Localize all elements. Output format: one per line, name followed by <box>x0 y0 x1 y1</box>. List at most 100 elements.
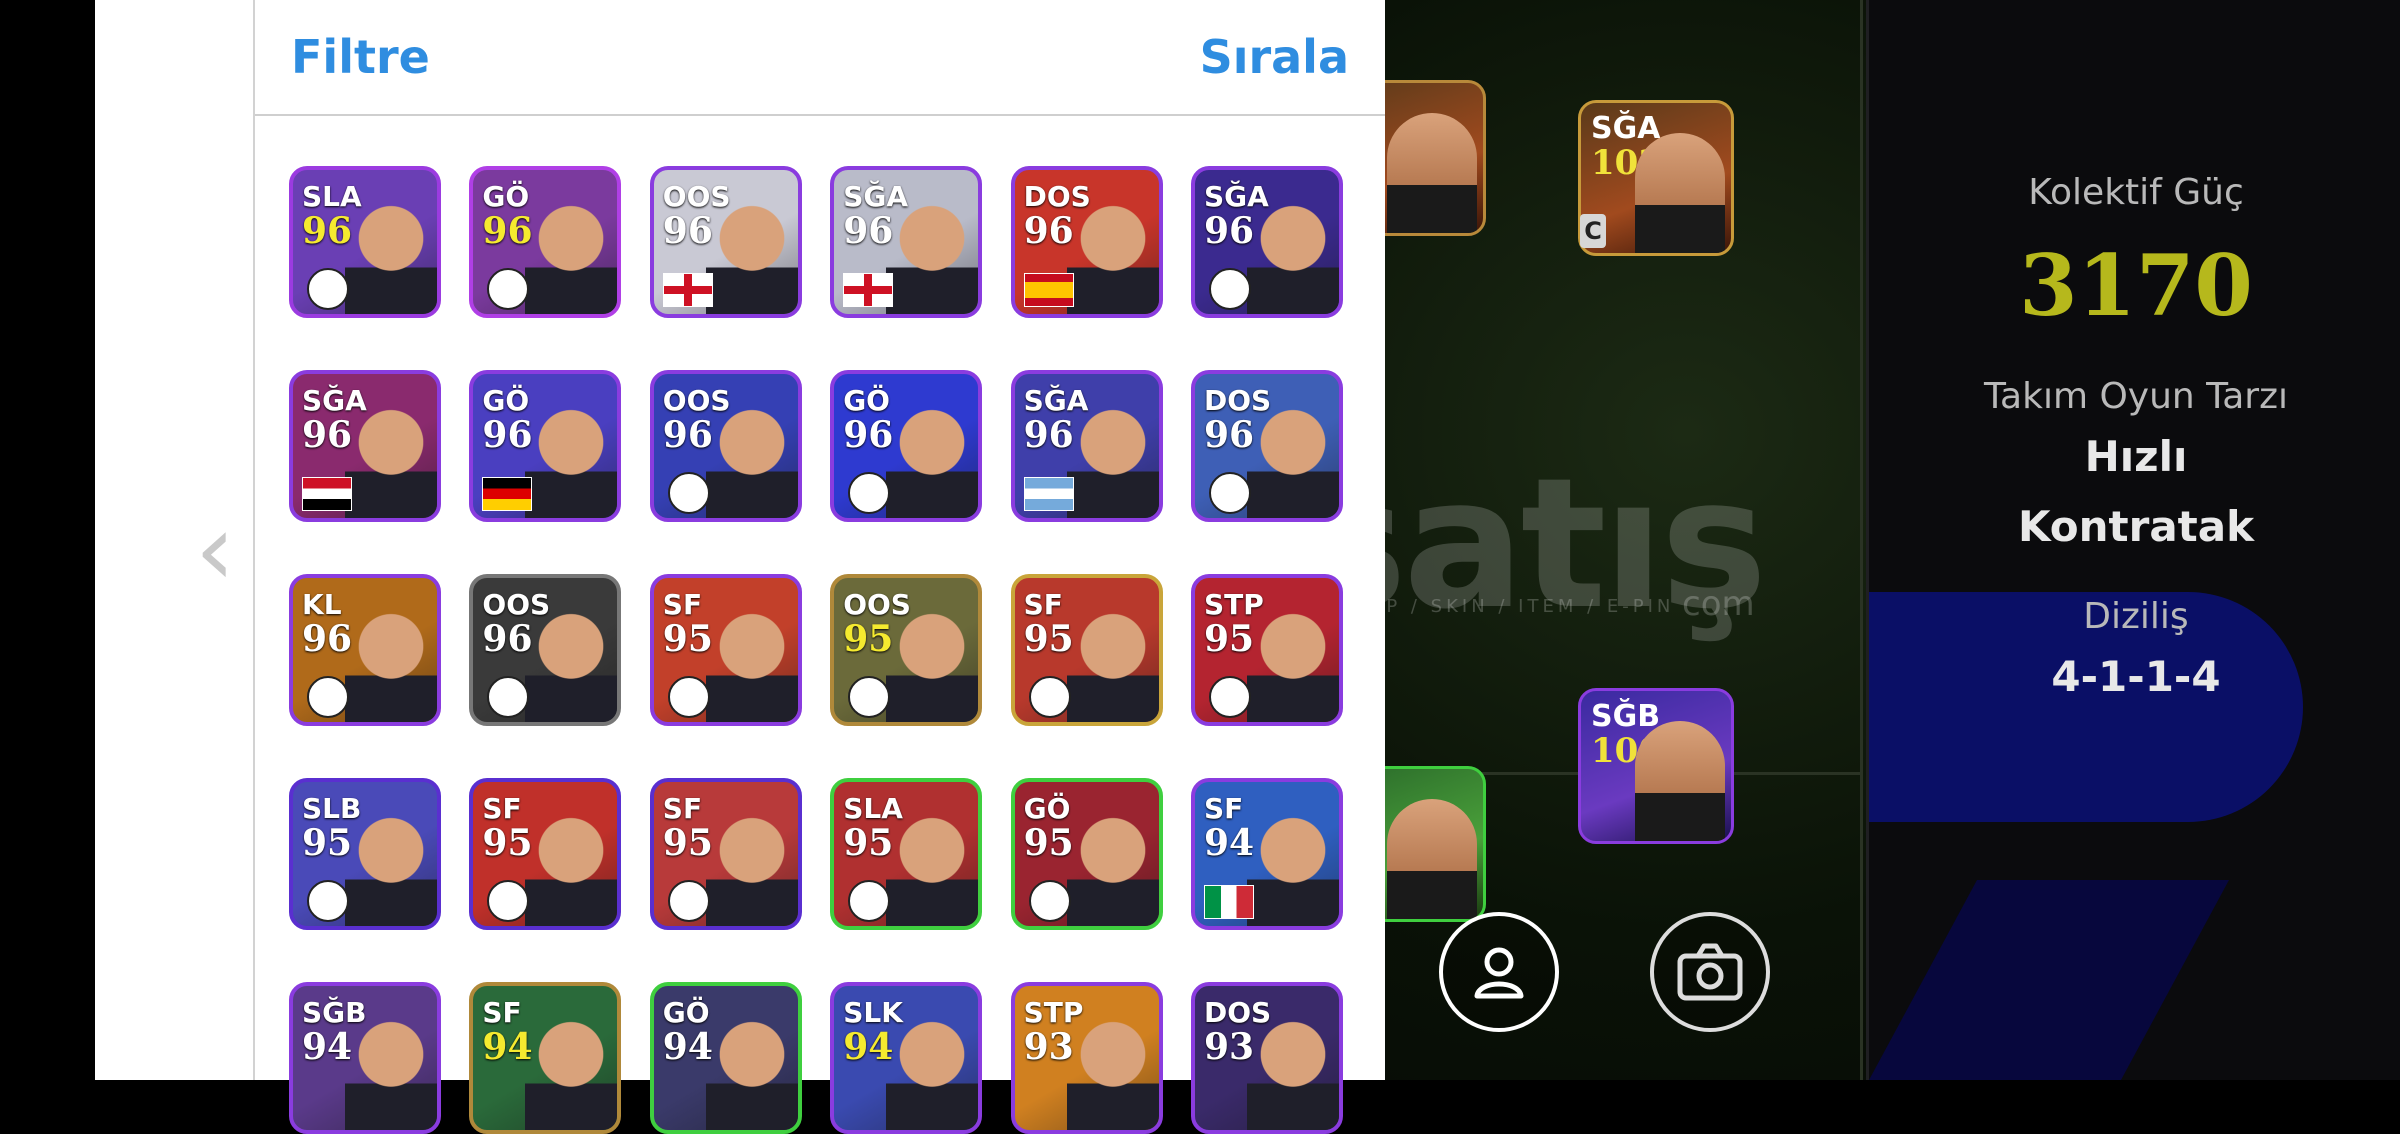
nation-flag <box>1024 478 1073 510</box>
player-position: SLK <box>843 996 903 1029</box>
collective-power-value: 3170 <box>2019 236 2253 335</box>
player-card[interactable]: SĞA 96 <box>830 166 983 318</box>
player-card[interactable]: SĞA 96 <box>1010 370 1163 522</box>
player-card[interactable]: KL 96 <box>289 574 441 726</box>
profile-button[interactable] <box>1439 912 1559 1032</box>
player-rating: 96 <box>302 210 353 252</box>
player-list-panel: Filtre Sırala SLA 96 GÖ 96 OOS 96 SĞA 96 DOS 96 SĞ… <box>253 0 1385 1134</box>
player-face <box>705 804 798 926</box>
panel-header: Filtre Sırala <box>255 0 1385 116</box>
player-rating: 95 <box>662 822 713 864</box>
player-card[interactable]: SĞB 94 <box>289 982 441 1134</box>
player-card[interactable]: STP 95 <box>1191 574 1343 726</box>
player-rating: 93 <box>1023 1026 1074 1068</box>
player-card[interactable]: SĞA 96 <box>289 370 441 522</box>
player-position: SĞA <box>1204 180 1269 213</box>
player-card[interactable]: SLK 94 <box>830 982 983 1134</box>
player-position: SF <box>1023 588 1063 621</box>
nation-flag <box>844 274 893 306</box>
player-card[interactable]: DOS 96 <box>1191 370 1343 522</box>
player-rating: 94 <box>302 1026 353 1068</box>
player-face <box>1247 804 1339 926</box>
player-card[interactable]: GÖ 95 <box>1010 778 1163 930</box>
player-card[interactable]: STP 93 <box>1010 982 1163 1134</box>
player-rating: 94 <box>843 1026 894 1068</box>
pitch-line <box>1860 0 1863 1080</box>
player-rating: 96 <box>1204 210 1255 252</box>
player-card[interactable]: SF 95 <box>649 574 802 726</box>
player-rating: 95 <box>482 822 533 864</box>
side-strip: ‹ <box>95 0 253 1080</box>
player-position: SLA <box>302 180 362 213</box>
player-rating: 94 <box>482 1026 533 1068</box>
player-face <box>705 600 798 722</box>
player-card[interactable]: GÖ 96 <box>469 370 622 522</box>
player-card[interactable]: SĞA 96 <box>1191 166 1343 318</box>
player-position: OOS <box>662 180 731 213</box>
nation-flag <box>303 478 351 510</box>
player-card[interactable]: OOS 96 <box>649 370 802 522</box>
player-rating: 95 <box>1023 618 1074 660</box>
player-rating: 96 <box>482 618 533 660</box>
player-face <box>705 1008 798 1130</box>
club-badge-icon <box>307 268 349 310</box>
player-card[interactable]: GÖ 96 <box>469 166 622 318</box>
player-card[interactable]: DOS 93 <box>1191 982 1343 1134</box>
player-rating: 95 <box>302 822 353 864</box>
camera-button[interactable] <box>1650 912 1770 1032</box>
player-face <box>1635 721 1725 841</box>
player-position: SĞA <box>1023 384 1089 417</box>
team-stats-panel: Kolektif Güç 3170 Takım Oyun Tarzı Hızlı… <box>1866 0 2400 1080</box>
club-badge-icon <box>667 676 710 718</box>
player-position: SĞA <box>302 384 367 417</box>
player-face <box>345 600 437 722</box>
filter-button[interactable]: Filtre <box>291 30 430 84</box>
player-card[interactable]: SF 94 <box>469 982 622 1134</box>
pitch-player-card[interactable]: SĞB 100 <box>1578 688 1734 844</box>
player-face <box>525 1008 618 1130</box>
club-badge-icon <box>667 880 710 922</box>
player-face <box>1066 600 1159 722</box>
club-badge-icon <box>307 676 349 718</box>
player-card[interactable]: SLB 95 <box>289 778 441 930</box>
player-position: SĞB <box>302 996 367 1029</box>
player-card[interactable]: SLA 96 <box>289 166 441 318</box>
nation-flag <box>483 478 532 510</box>
club-badge-icon <box>487 676 530 718</box>
player-card[interactable]: SF 95 <box>1010 574 1163 726</box>
player-card[interactable]: GÖ 96 <box>830 370 983 522</box>
player-face <box>886 396 979 518</box>
player-card[interactable]: DOS 96 <box>1010 166 1163 318</box>
player-rating: 96 <box>1023 210 1074 252</box>
player-card[interactable]: OOS 96 <box>649 166 802 318</box>
player-rating: 95 <box>1023 822 1074 864</box>
player-rating: 96 <box>843 210 894 252</box>
club-badge-icon <box>487 268 530 310</box>
chevron-left-icon[interactable]: ‹ <box>195 500 235 600</box>
player-card[interactable]: GÖ 94 <box>649 982 802 1134</box>
player-position: DOS <box>1023 180 1091 213</box>
player-card[interactable]: SLA 95 <box>830 778 983 930</box>
player-position: GÖ <box>1023 792 1071 825</box>
player-position: OOS <box>662 384 731 417</box>
collective-power-label: Kolektif Güç <box>2028 172 2244 213</box>
player-position: SĞA <box>1591 111 1661 146</box>
player-position: OOS <box>843 588 911 621</box>
club-badge-icon <box>1028 880 1071 922</box>
player-card[interactable]: SF 95 <box>469 778 622 930</box>
player-card[interactable]: SF 94 <box>1191 778 1343 930</box>
player-rating: 95 <box>843 822 894 864</box>
player-card[interactable]: SF 95 <box>649 778 802 930</box>
player-card[interactable]: OOS 95 <box>830 574 983 726</box>
club-badge-icon <box>1209 676 1251 718</box>
club-badge-icon <box>1209 472 1251 514</box>
decor-shape <box>1869 880 2229 1080</box>
player-rating: 93 <box>1204 1026 1255 1068</box>
player-rating: 95 <box>843 618 894 660</box>
camera-icon <box>1677 943 1743 1001</box>
player-card[interactable]: OOS 96 <box>469 574 622 726</box>
sort-button[interactable]: Sırala <box>1200 30 1349 84</box>
person-icon <box>1474 947 1524 999</box>
player-position: SF <box>482 996 522 1029</box>
player-position: STP <box>1023 996 1084 1029</box>
